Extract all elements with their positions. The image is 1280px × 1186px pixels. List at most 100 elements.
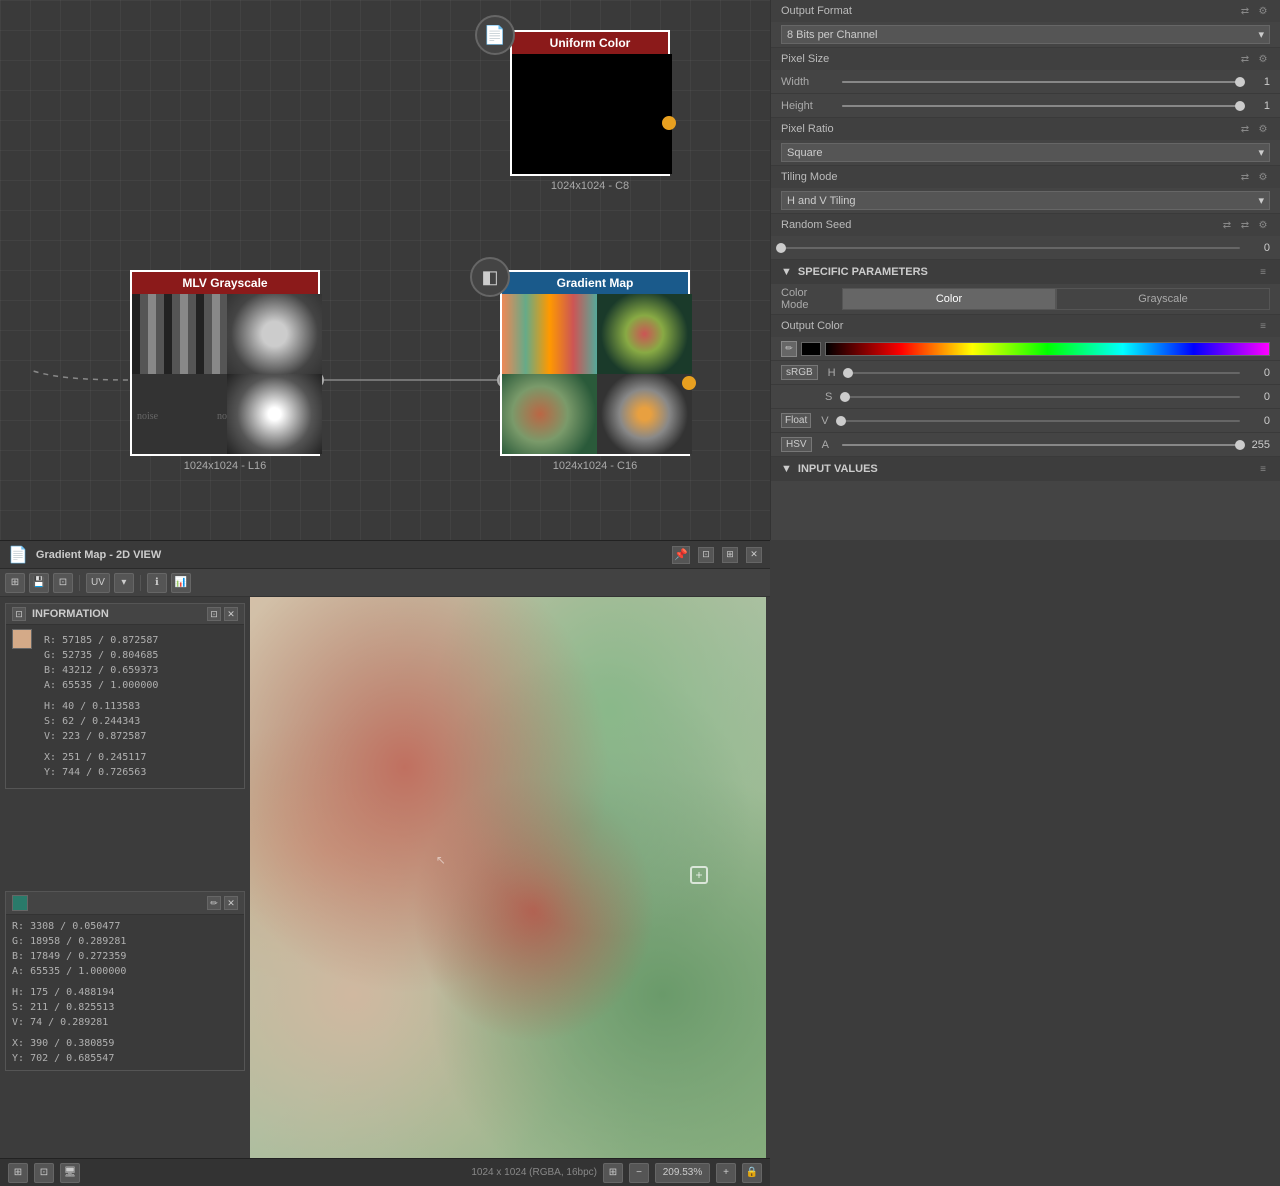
status-grid-icon[interactable]: ⊞ bbox=[8, 1163, 28, 1183]
float-row: Float V 0 bbox=[771, 409, 1280, 433]
detach-icon[interactable]: ⊞ bbox=[722, 547, 738, 563]
specific-params-chevron[interactable]: ▼ bbox=[781, 266, 792, 278]
eyedropper-icon[interactable]: ✏ bbox=[781, 341, 797, 357]
gradient-header: Gradient Map bbox=[502, 272, 688, 294]
gradient-map-node-icon[interactable]: ◧ bbox=[470, 257, 510, 297]
view-header: 📄 Gradient Map - 2D VIEW 📌 ⊡ ⊞ ✕ bbox=[0, 541, 770, 569]
status-bar: ⊞ ⊡ 🖥 1024 x 1024 (RGBA, 16bpc) ⊞ − 209.… bbox=[0, 1158, 770, 1186]
height-slider[interactable] bbox=[842, 105, 1240, 107]
output-format-icon2[interactable]: ⚙ bbox=[1256, 4, 1270, 18]
info-panel-2-header: ✏ ✕ bbox=[6, 892, 244, 915]
output-format-header: Output Format ⇄ ⚙ bbox=[771, 0, 1280, 22]
status-lock-icon[interactable]: 🔒 bbox=[742, 1163, 762, 1183]
width-slider[interactable] bbox=[842, 81, 1240, 83]
color-mode-color-btn[interactable]: Color bbox=[842, 288, 1056, 310]
pixel-size-icon1[interactable]: ⇄ bbox=[1238, 52, 1252, 66]
alpha-row: HSV A 255 bbox=[771, 433, 1280, 457]
color-picker-row: ✏ bbox=[771, 337, 1280, 361]
bits-per-channel-dropdown[interactable]: 8 Bits per Channel ▾ bbox=[781, 25, 1270, 44]
color-mode-grayscale-btn[interactable]: Grayscale bbox=[1056, 288, 1270, 310]
output-format-label: Output Format bbox=[781, 5, 852, 17]
width-row: Width 1 bbox=[771, 70, 1280, 94]
float-badge[interactable]: Float bbox=[781, 413, 811, 428]
pixel-size-header: Pixel Size ⇄ ⚙ bbox=[771, 48, 1280, 70]
gradient-view-image: ↖ bbox=[250, 597, 766, 1165]
expand-icon[interactable]: ⊡ bbox=[698, 547, 714, 563]
toolbar-info-icon[interactable]: ℹ bbox=[147, 573, 167, 593]
right-panel: Output Format ⇄ ⚙ 8 Bits per Channel ▾ P… bbox=[770, 0, 1280, 540]
toolbar-save-icon[interactable]: 💾 bbox=[29, 573, 49, 593]
status-zoom-minus[interactable]: − bbox=[629, 1163, 649, 1183]
close-icon[interactable]: ✕ bbox=[746, 547, 762, 563]
info-panel-collapse[interactable]: ⊡ bbox=[207, 607, 221, 621]
random-seed-shuffle-icon[interactable]: ⇄ bbox=[1220, 218, 1234, 232]
image-info: 1024 x 1024 (RGBA, 16bpc) bbox=[471, 1167, 597, 1178]
info-panel-header: ⊡ INFORMATION ⊡ ✕ bbox=[6, 604, 244, 625]
mlv-grayscale-node[interactable]: MLV Grayscale 1024x1024 - L16 bbox=[130, 270, 320, 472]
toolbar-arrow-icon[interactable]: ▾ bbox=[114, 573, 134, 593]
a-label: A bbox=[822, 439, 836, 451]
toolbar-layers-icon[interactable]: ⊞ bbox=[5, 573, 25, 593]
canvas-area: 📄 Uniform Color 1024x1024 - C8 ◧ MLV Gra… bbox=[0, 0, 770, 540]
status-fit-icon[interactable]: ⊞ bbox=[603, 1163, 623, 1183]
input-values-section: ▼ INPUT VALUES ≡ bbox=[771, 457, 1280, 481]
view-title: Gradient Map - 2D VIEW bbox=[36, 549, 161, 561]
status-expand-icon[interactable]: ⊡ bbox=[34, 1163, 54, 1183]
pixel-size-icon2[interactable]: ⚙ bbox=[1256, 52, 1270, 66]
color-gradient-bar[interactable] bbox=[825, 342, 1270, 356]
random-seed-row: 0 bbox=[771, 236, 1280, 260]
s-label: S bbox=[825, 391, 839, 403]
pin-icon[interactable]: 📌 bbox=[672, 546, 690, 564]
toolbar-chart-icon[interactable]: 📊 bbox=[171, 573, 191, 593]
gradient-map-node[interactable]: Gradient Map 1024x1024 - C16 bbox=[500, 270, 690, 472]
info-panel2-eyedropper[interactable]: ✏ bbox=[207, 896, 221, 910]
status-window-icon[interactable]: 🖥 bbox=[60, 1163, 80, 1183]
toolbar-uv-icon[interactable]: UV bbox=[86, 573, 110, 593]
info-color-row: R: 57185 / 0.872587 G: 52735 / 0.804685 … bbox=[6, 625, 244, 788]
info-panel-1: ⊡ INFORMATION ⊡ ✕ R: 57185 / 0.872587 G:… bbox=[5, 603, 245, 789]
bits-per-channel-row: 8 Bits per Channel ▾ bbox=[771, 22, 1280, 48]
toolbar-sep2 bbox=[140, 575, 141, 591]
info-panel2-close[interactable]: ✕ bbox=[224, 896, 238, 910]
uniform-output-connector[interactable] bbox=[662, 116, 676, 130]
hue-slider[interactable] bbox=[848, 372, 1240, 374]
pixel-ratio-row: Square ▾ bbox=[771, 140, 1280, 166]
tiling-mode-row: H and V Tiling ▾ bbox=[771, 188, 1280, 214]
hue-row: sRGB H 0 bbox=[771, 361, 1280, 385]
status-zoom-plus[interactable]: + bbox=[716, 1163, 736, 1183]
status-right: 1024 x 1024 (RGBA, 16bpc) ⊞ − 209.53% + … bbox=[471, 1163, 762, 1183]
tiling-mode-dropdown[interactable]: H and V Tiling ▾ bbox=[781, 191, 1270, 210]
pixel-ratio-header: Pixel Ratio ⇄ ⚙ bbox=[771, 118, 1280, 140]
gradient-size-label: 1024x1024 - C16 bbox=[553, 460, 637, 472]
uniform-color-node-icon[interactable]: 📄 bbox=[475, 15, 515, 55]
color-swatch-display[interactable] bbox=[801, 342, 821, 356]
mlv-size-label: 1024x1024 - L16 bbox=[184, 460, 267, 472]
info-panel-2: ✏ ✕ R: 3308 / 0.050477 G: 18958 / 0.2892… bbox=[5, 891, 245, 1071]
random-seed-header: Random Seed ⇄ ⇄ ⚙ bbox=[771, 214, 1280, 236]
info-panel-close[interactable]: ✕ bbox=[224, 607, 238, 621]
height-row: Height 1 bbox=[771, 94, 1280, 118]
input-values-chevron[interactable]: ▼ bbox=[781, 463, 792, 475]
view-main[interactable]: ↖ bbox=[250, 597, 766, 1165]
info-panel-icon[interactable]: ⊡ bbox=[12, 607, 26, 621]
output-color-header: Output Color ≡ bbox=[771, 315, 1280, 337]
pixel-ratio-dropdown[interactable]: Square ▾ bbox=[781, 143, 1270, 162]
crosshair-indicator bbox=[690, 866, 708, 884]
saturation-slider[interactable] bbox=[845, 396, 1240, 398]
v-label: V bbox=[821, 415, 835, 427]
saturation-row: S 0 bbox=[771, 385, 1280, 409]
output-format-icon1[interactable]: ⇄ bbox=[1238, 4, 1252, 18]
uniform-color-node[interactable]: Uniform Color 1024x1024 - C8 bbox=[510, 30, 670, 192]
toolbar-copy-icon[interactable]: ⊡ bbox=[53, 573, 73, 593]
h-label: H bbox=[828, 367, 842, 379]
gradient-output-connector[interactable] bbox=[682, 376, 696, 390]
random-seed-slider[interactable] bbox=[781, 247, 1240, 249]
value-slider[interactable] bbox=[841, 420, 1240, 422]
zoom-level[interactable]: 209.53% bbox=[655, 1163, 710, 1183]
srgb-badge[interactable]: sRGB bbox=[781, 365, 818, 380]
info-data-1: R: 57185 / 0.872587 G: 52735 / 0.804685 … bbox=[38, 629, 164, 784]
alpha-slider[interactable] bbox=[842, 444, 1240, 446]
color-mode-row: Color Mode Color Grayscale bbox=[771, 284, 1280, 315]
hsv-badge[interactable]: HSV bbox=[781, 437, 812, 452]
tiling-mode-header: Tiling Mode ⇄ ⚙ bbox=[771, 166, 1280, 188]
